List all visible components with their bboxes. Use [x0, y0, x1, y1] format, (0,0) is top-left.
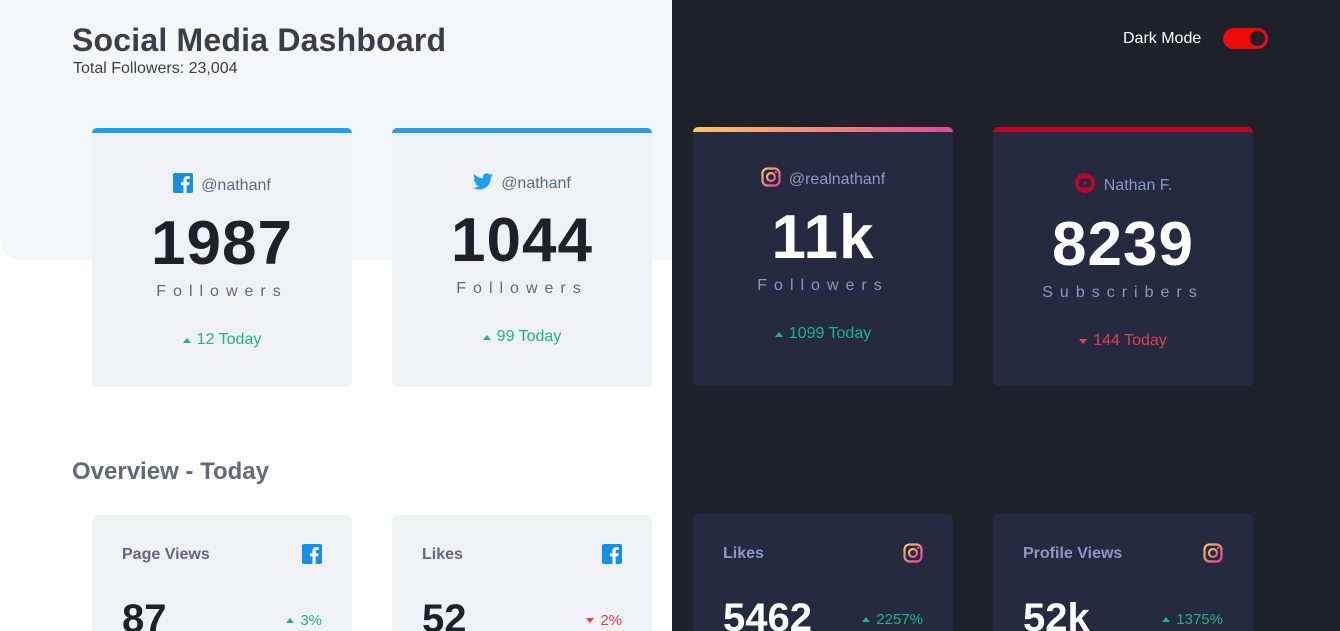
- overview-change: 2%: [586, 612, 622, 629]
- daily-change-value: 99 Today: [496, 328, 562, 345]
- facebook-icon: [173, 173, 194, 198]
- card-handle: @nathanf: [501, 175, 571, 192]
- arrow-up-icon: [862, 617, 871, 622]
- page-title: Social Media Dashboard: [72, 22, 447, 58]
- youtube-subscribers-card[interactable]: Nathan F. 8239 Subscribers 144 Today: [993, 127, 1253, 386]
- overview-label: Profile Views: [1023, 545, 1123, 562]
- subscriber-unit: Subscribers: [1042, 284, 1204, 301]
- card-handle-row: @nathanf: [92, 173, 352, 198]
- overview-card-profile-views[interactable]: Profile Views 52k 1375%: [993, 514, 1253, 631]
- card-handle-row: Nathan F.: [993, 172, 1253, 199]
- twitter-icon: [473, 173, 494, 195]
- arrow-down-icon: [586, 618, 595, 623]
- overview-value: 5462: [723, 596, 812, 631]
- follower-count: 11k: [771, 203, 875, 272]
- card-handle-row: @nathanf: [392, 173, 652, 195]
- overview-title: Overview - Today: [72, 458, 269, 485]
- arrow-down-icon: [1079, 338, 1088, 344]
- arrow-up-icon: [1162, 617, 1171, 622]
- follower-unit: Followers: [757, 277, 889, 294]
- overview-value: 52k: [1023, 596, 1090, 631]
- dark-mode-toggle[interactable]: [1223, 28, 1269, 49]
- overview-change-value: 1375%: [1176, 611, 1223, 628]
- follower-unit: Followers: [156, 283, 288, 300]
- instagram-icon: [761, 167, 781, 192]
- facebook-icon: [302, 544, 322, 569]
- twitter-followers-card[interactable]: @nathanf 1044 Followers 99 Today: [392, 128, 652, 387]
- card-accent-bar: [993, 127, 1253, 132]
- facebook-followers-card[interactable]: @nathanf 1987 Followers 12 Today: [92, 128, 352, 387]
- youtube-icon: [1074, 172, 1096, 199]
- follower-count: 1987: [151, 209, 293, 278]
- facebook-icon: [602, 544, 622, 569]
- daily-change: 99 Today: [392, 328, 652, 346]
- daily-change-value: 12 Today: [196, 331, 262, 348]
- card-accent-bar: [92, 128, 352, 133]
- card-accent-bar: [392, 128, 652, 133]
- follower-unit: Followers: [456, 280, 588, 297]
- daily-change-value: 144 Today: [1093, 332, 1167, 349]
- total-followers: Total Followers: 23,004: [73, 60, 238, 77]
- overview-change: 1375%: [1162, 611, 1223, 628]
- instagram-followers-card[interactable]: @realnathanf 11k Followers 1099 Today: [693, 127, 953, 386]
- daily-change-value: 1099 Today: [788, 325, 872, 342]
- arrow-up-icon: [482, 334, 491, 340]
- overview-change: 2257%: [862, 611, 923, 628]
- overview-label: Likes: [723, 545, 764, 562]
- overview-change-value: 2%: [600, 612, 622, 629]
- subscriber-count: 8239: [1052, 210, 1194, 279]
- overview-change: 3%: [286, 612, 322, 629]
- toggle-knob: [1250, 31, 1266, 46]
- overview-change-value: 2257%: [876, 611, 923, 628]
- overview-label: Likes: [422, 546, 463, 563]
- overview-value: 87: [122, 597, 167, 631]
- card-handle: Nathan F.: [1103, 176, 1173, 194]
- card-handle: @nathanf: [201, 176, 271, 194]
- daily-change: 12 Today: [92, 331, 352, 349]
- instagram-icon: [903, 543, 923, 568]
- arrow-up-icon: [774, 331, 783, 337]
- arrow-up-icon: [182, 337, 191, 343]
- overview-card-instagram-likes[interactable]: Likes 5462 2257%: [693, 514, 953, 631]
- dark-mode-control: Dark Mode: [1123, 28, 1269, 49]
- overview-change-value: 3%: [300, 612, 322, 629]
- daily-change: 1099 Today: [693, 325, 953, 343]
- overview-value: 52: [422, 597, 467, 631]
- daily-change: 144 Today: [993, 332, 1253, 350]
- card-handle: @realnathanf: [788, 170, 886, 188]
- follower-count: 1044: [451, 206, 593, 275]
- overview-card-page-views[interactable]: Page Views 87 3%: [92, 515, 352, 631]
- arrow-up-icon: [286, 618, 295, 623]
- overview-card-facebook-likes[interactable]: Likes 52 2%: [392, 515, 652, 631]
- dark-mode-label: Dark Mode: [1123, 29, 1202, 47]
- overview-label: Page Views: [122, 546, 210, 563]
- instagram-icon: [1203, 543, 1223, 568]
- card-accent-bar: [693, 127, 953, 132]
- card-handle-row: @realnathanf: [693, 167, 953, 192]
